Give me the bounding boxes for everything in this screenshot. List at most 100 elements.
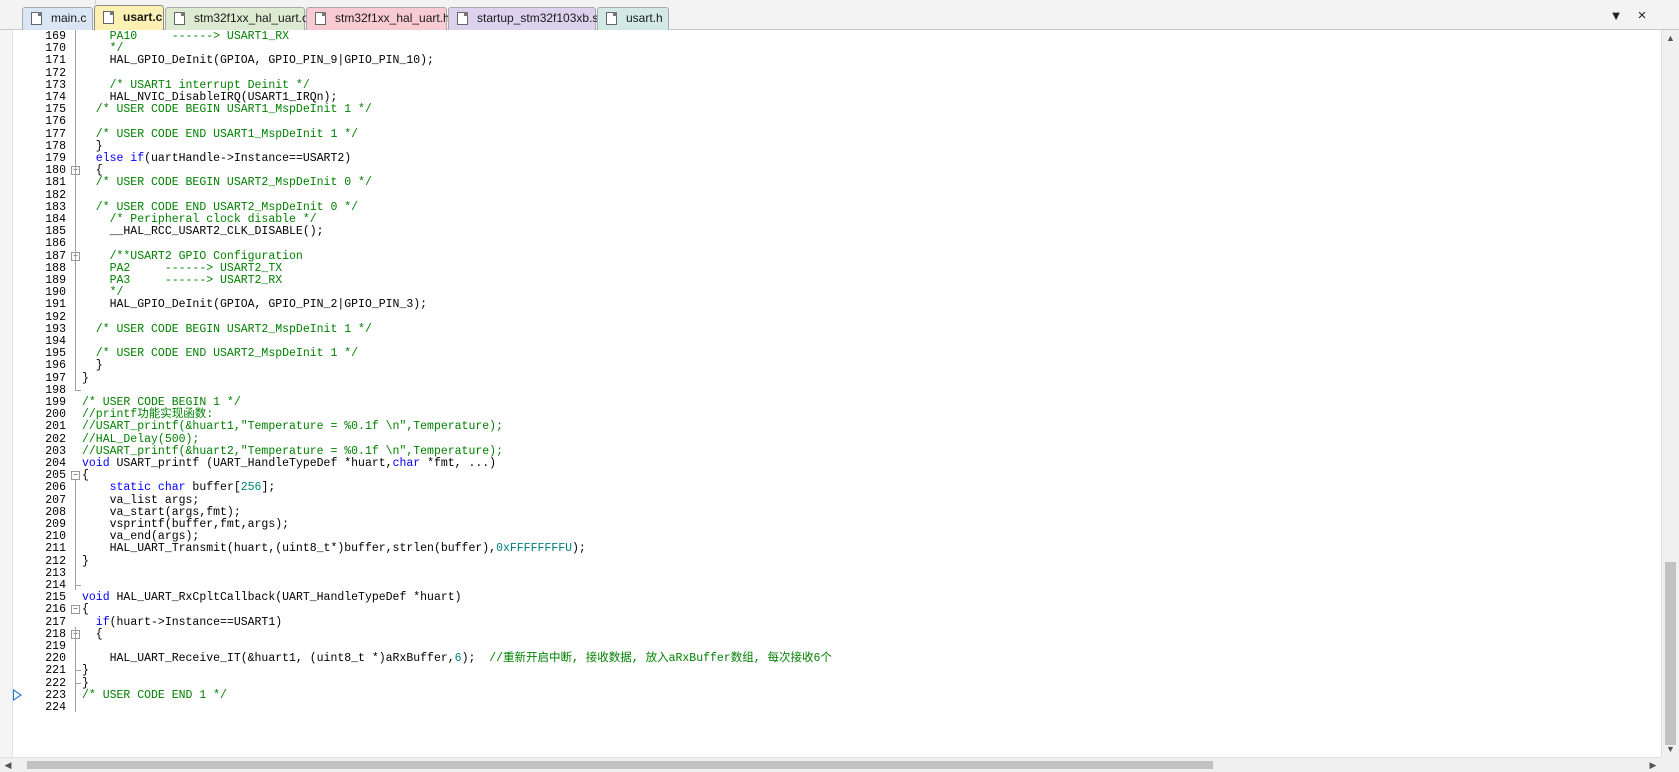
code-line[interactable]: 182 [0, 189, 1661, 202]
tab-startup-stm32f103xb-s[interactable]: startup_stm32f103xb.s [448, 7, 598, 30]
code-line[interactable]: 224 [0, 701, 1661, 714]
code-line[interactable]: 197} [0, 372, 1661, 385]
code-line[interactable]: 175 /* USER CODE BEGIN USART1_MspDeInit … [0, 103, 1661, 116]
line-number: 197 [45, 371, 66, 385]
code-token: 6 [454, 652, 462, 666]
code-line[interactable]: 181 /* USER CODE BEGIN USART2_MspDeInit … [0, 176, 1661, 189]
code-line[interactable]: 217 if(huart->Instance==USART1) [0, 616, 1661, 629]
code-token: } [82, 664, 89, 678]
code-line[interactable]: 169 PA10 ------> USART1_RX [0, 30, 1661, 43]
code-line[interactable]: 220 HAL_UART_Receive_IT(&huart1, (uint8_… [0, 652, 1661, 665]
code-line[interactable]: 216−{ [0, 603, 1661, 616]
line-number: 214 [45, 579, 66, 592]
code-line[interactable]: 198 [0, 383, 1661, 397]
arrow-up-icon[interactable]: ▲ [1662, 30, 1679, 46]
code-line[interactable]: 210 va_end(args); [0, 530, 1661, 543]
code-line[interactable]: 206 static char buffer[256]; [0, 481, 1661, 494]
arrow-down-icon[interactable]: ▼ [1662, 741, 1679, 757]
code-line[interactable]: 204 void USART_printf (UART_HandleTypeDef… [0, 457, 1661, 470]
tab-main-c[interactable]: main.c [22, 7, 93, 30]
code-line[interactable]: 177 /* USER CODE END USART1_MspDeInit 1 … [0, 128, 1661, 141]
line-number: 183 [45, 200, 66, 214]
code-line[interactable]: 196 } [0, 359, 1661, 372]
tab-usart-h[interactable]: usart.h [597, 7, 669, 30]
code-line[interactable]: 184 /* Peripheral clock disable */ [0, 213, 1661, 226]
code-line[interactable]: 209 vsprintf(buffer,fmt,args); [0, 518, 1661, 531]
code-line[interactable]: 202 //HAL_Delay(500); [0, 433, 1661, 446]
horizontal-scrollbar-thumb[interactable] [27, 761, 1213, 769]
code-token: } [82, 554, 89, 568]
tab-usart-c[interactable]: usart.c [94, 5, 164, 30]
code-line[interactable]: 218− { [0, 628, 1661, 641]
vertical-scrollbar[interactable]: ▲ ▼ [1661, 30, 1679, 757]
code-token: va_list args; [82, 493, 200, 507]
arrow-right-icon[interactable]: ▶ [1645, 758, 1661, 772]
code-line[interactable]: 207 va_list args; [0, 494, 1661, 507]
code-line[interactable]: 208 va_start(args,fmt); [0, 506, 1661, 519]
code-line[interactable]: 176 [0, 115, 1661, 128]
code-line[interactable]: 173 /* USART1 interrupt Deinit */ [0, 79, 1661, 92]
code-line[interactable]: 174 HAL_NVIC_DisableIRQ(USART1_IRQn); [0, 91, 1661, 104]
code-line[interactable]: 187− /**USART2 GPIO Configuration [0, 250, 1661, 263]
tab-stm32f1xx-hal-uart-h[interactable]: stm32f1xx_hal_uart.h [306, 7, 450, 30]
code-line[interactable]: 185 __HAL_RCC_USART2_CLK_DISABLE(); [0, 225, 1661, 238]
arrow-left-icon[interactable]: ◀ [0, 758, 16, 772]
code-line[interactable]: 189 PA3 ------> USART2_RX [0, 274, 1661, 287]
code-line[interactable]: 222} [0, 676, 1661, 690]
code-token: HAL_GPIO_DeInit(GPIOA, GPIO_PIN_2|GPIO_P… [82, 298, 428, 312]
close-icon[interactable]: × [1633, 8, 1651, 24]
code-line[interactable]: 190 */ [0, 286, 1661, 299]
code-line[interactable]: 188 PA2 ------> USART2_TX [0, 262, 1661, 275]
code-editor[interactable]: 169 PA10 ------> USART1_RX 170 */171 HAL_… [0, 30, 1661, 757]
code-line[interactable]: 212} [0, 555, 1661, 568]
code-line[interactable]: 172 [0, 67, 1661, 80]
code-line[interactable]: 213 [0, 567, 1661, 580]
fold-collapse-icon[interactable]: − [71, 471, 80, 481]
code-line[interactable]: 183 /* USER CODE END USART2_MspDeInit 0 … [0, 201, 1661, 214]
code-line[interactable]: 179 else if(uartHandle->Instance==USART2… [0, 152, 1661, 165]
code-token: static char [82, 481, 186, 495]
vertical-scrollbar-thumb[interactable] [1665, 562, 1676, 745]
code-line[interactable]: 178 } [0, 140, 1661, 153]
code-line[interactable]: 201 //USART_printf(&huart1,"Temperature =… [0, 420, 1661, 433]
code-line[interactable]: 205−{ [0, 469, 1661, 482]
code-token: void [82, 591, 110, 605]
tab-label: usart.c [123, 10, 163, 24]
code-text: /* USER CODE END USART1_MspDeInit 1 */ [82, 128, 358, 141]
file-icon [31, 12, 42, 25]
code-token: void [82, 457, 110, 470]
code-line[interactable]: 171 HAL_GPIO_DeInit(GPIOA, GPIO_PIN_9|GP… [0, 54, 1661, 67]
line-number: 179 [45, 152, 66, 165]
code-line[interactable]: 186 [0, 237, 1661, 250]
tab-stm32f1xx-hal-uart-c[interactable]: stm32f1xx_hal_uart.c [165, 7, 308, 30]
code-line[interactable]: 195 /* USER CODE END USART2_MspDeInit 1 … [0, 347, 1661, 360]
code-line[interactable]: 211 HAL_UART_Transmit(huart,(uint8_t*)bu… [0, 542, 1661, 555]
line-number: 206 [45, 481, 66, 495]
code-text: /* USER CODE BEGIN USART2_MspDeInit 0 */ [82, 176, 372, 189]
line-number: 217 [45, 615, 66, 629]
code-line[interactable]: 214 [0, 579, 1661, 592]
horizontal-scrollbar[interactable]: ◀ ▶ [0, 757, 1661, 772]
code-text: { [82, 164, 103, 177]
code-line[interactable]: 215 void HAL_UART_RxCpltCallback(UART_Han… [0, 591, 1661, 604]
fold-end-marker [75, 383, 81, 391]
code-token: *fmt, ...) [420, 457, 497, 470]
code-line[interactable]: 223/* USER CODE END 1 */ [0, 688, 1661, 702]
code-line[interactable]: 170 */ [0, 42, 1661, 55]
code-line[interactable]: 199/* USER CODE BEGIN 1 */ [0, 396, 1661, 409]
code-line[interactable]: 180− { [0, 164, 1661, 177]
code-text: /* USER CODE BEGIN USART2_MspDeInit 1 */ [82, 323, 372, 336]
code-line[interactable]: 200 //printf功能实现函数: [0, 408, 1661, 421]
code-line[interactable]: 193 /* USER CODE BEGIN USART2_MspDeInit … [0, 323, 1661, 336]
code-line[interactable]: 203 //USART_printf(&huart2,"Temperature =… [0, 445, 1661, 458]
code-text: /* USER CODE END USART2_MspDeInit 1 */ [82, 347, 358, 360]
code-line[interactable]: 194 [0, 335, 1661, 348]
code-line[interactable]: 191 HAL_GPIO_DeInit(GPIOA, GPIO_PIN_2|GP… [0, 298, 1661, 311]
code-token: { [82, 469, 89, 483]
code-token: else if [82, 152, 145, 165]
fold-collapse-icon[interactable]: − [71, 605, 80, 615]
chevron-down-icon[interactable]: ▼ [1607, 8, 1625, 24]
code-token: /* USER CODE BEGIN USART2_MspDeInit 1 */ [82, 322, 372, 336]
code-line[interactable]: 221} [0, 664, 1661, 677]
code-line[interactable]: 192 [0, 311, 1661, 324]
